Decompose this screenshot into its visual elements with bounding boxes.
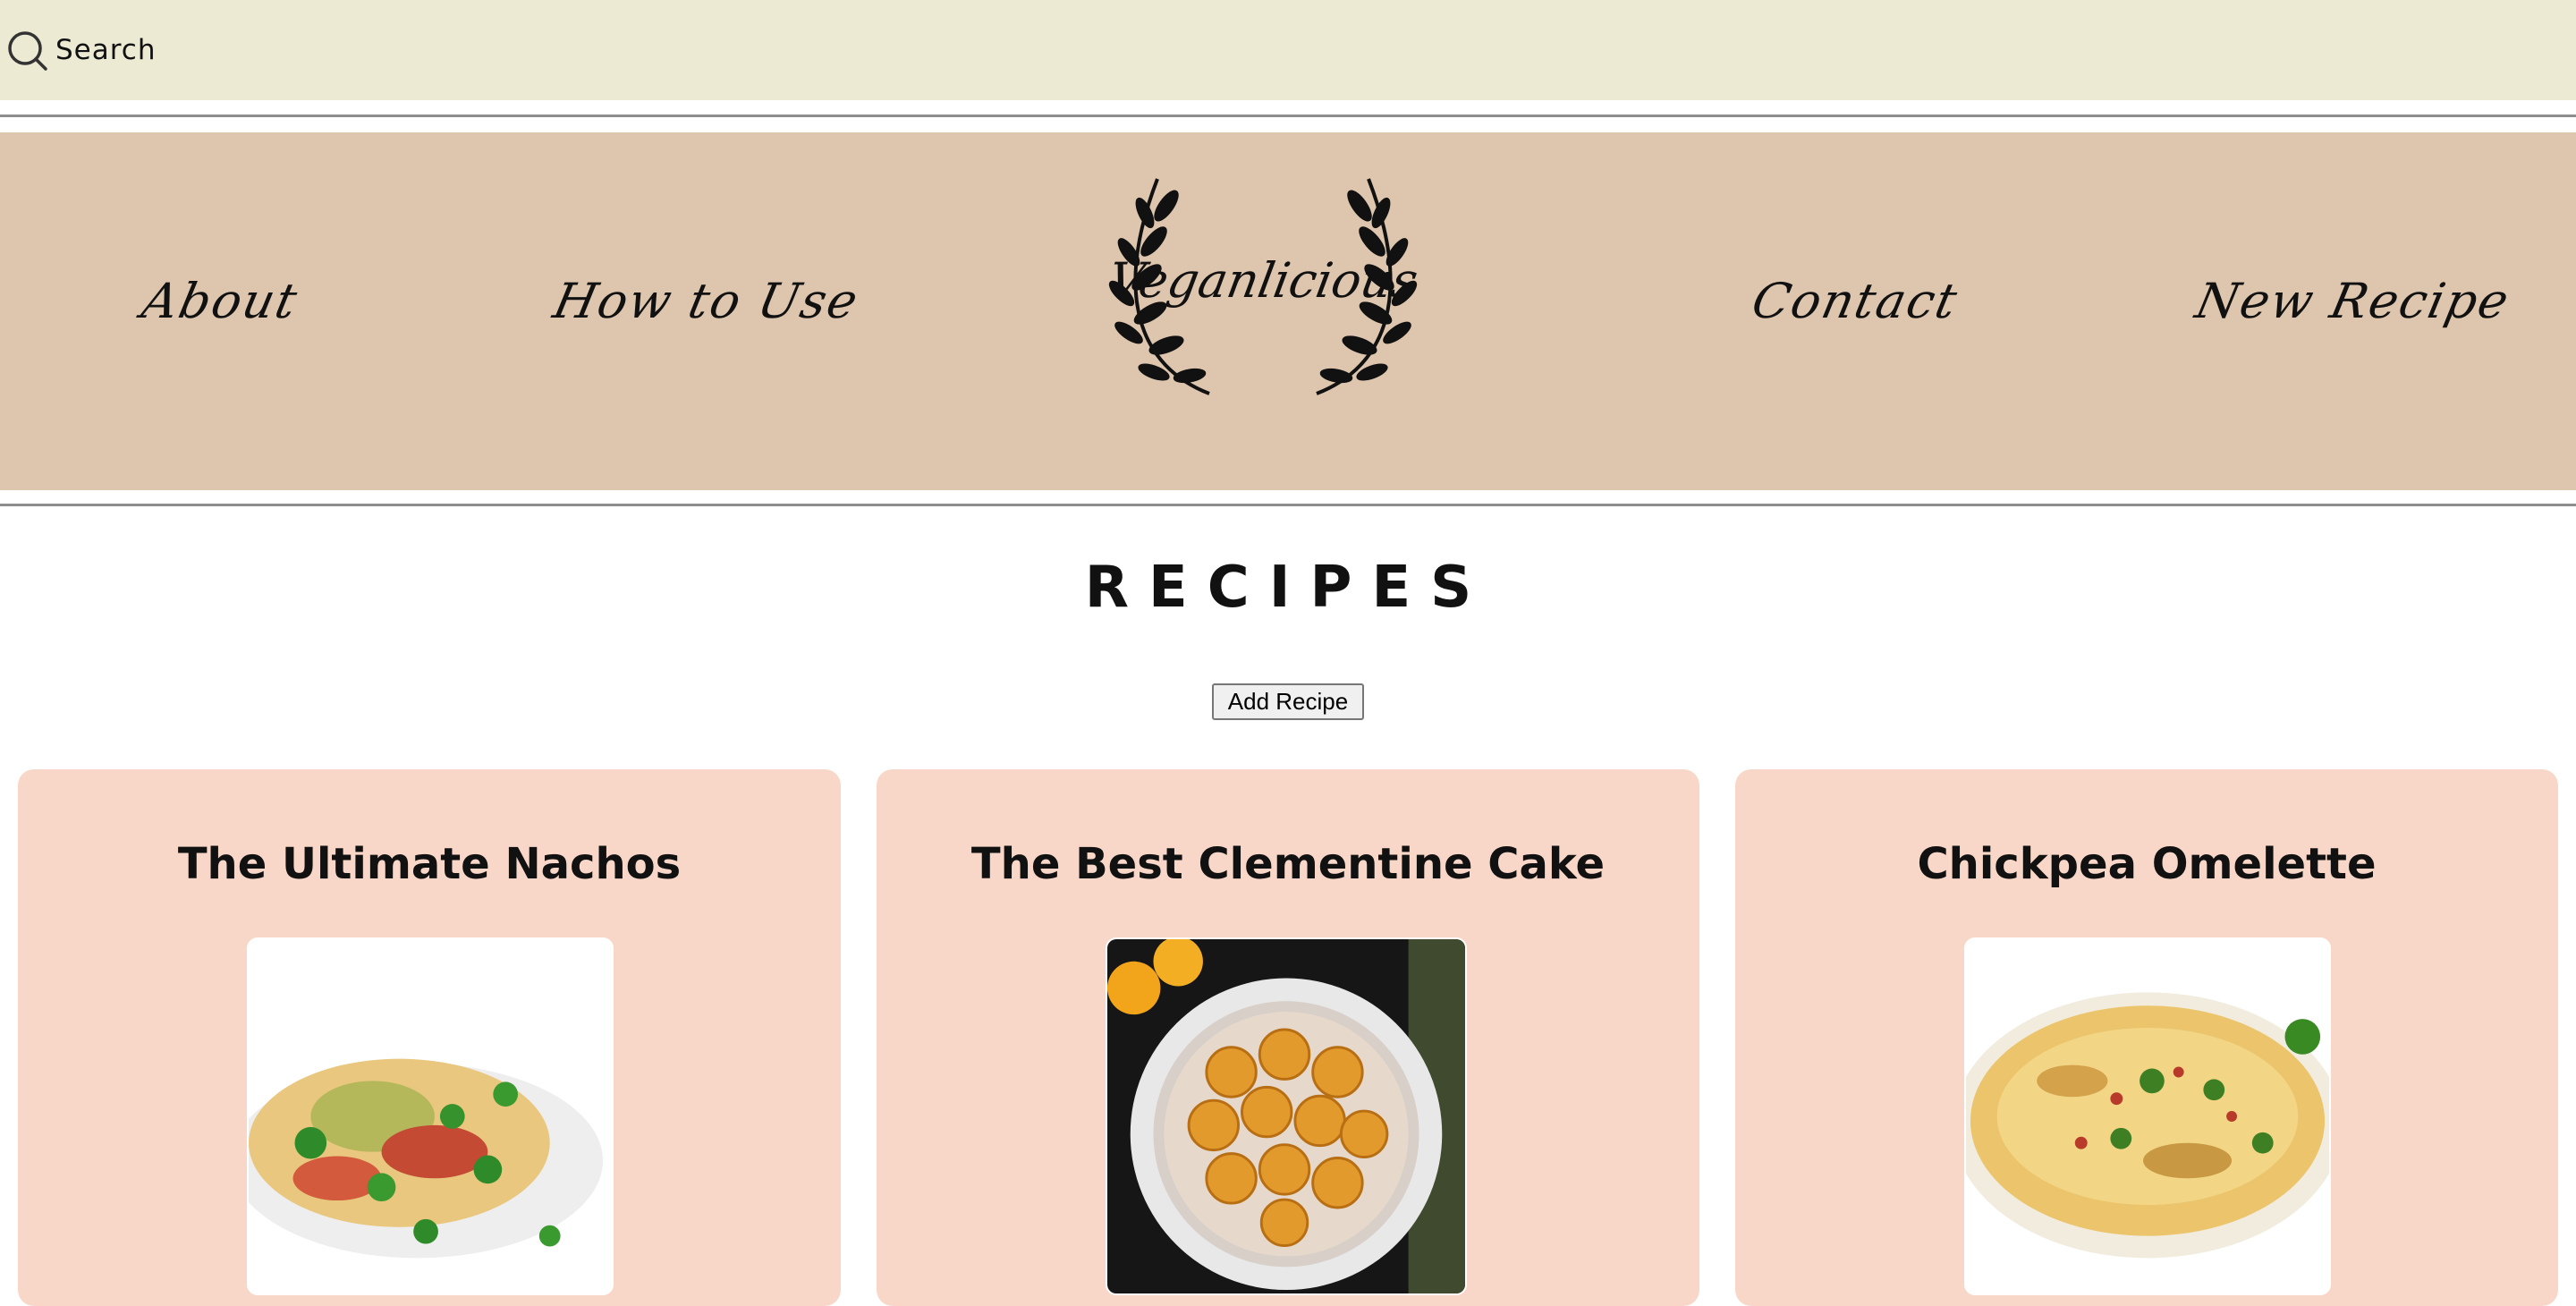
divider (0, 114, 2576, 117)
divider (0, 504, 2576, 506)
recipe-image-nachos[interactable] (247, 937, 614, 1295)
nav-about[interactable]: About (137, 273, 303, 329)
recipe-title[interactable]: The Ultimate Nachos (18, 839, 841, 889)
nav-how-to-use[interactable]: How to Use (548, 273, 864, 329)
search-bar[interactable]: Search (0, 0, 2576, 100)
recipe-title[interactable]: Chickpea Omelette (1735, 839, 2558, 889)
search-input[interactable]: Search (55, 34, 157, 66)
logo-text: Veganlicious (1104, 252, 1422, 309)
recipe-card[interactable]: The Ultimate Nachos (18, 769, 841, 1306)
search-icon[interactable] (5, 29, 48, 72)
recipe-card[interactable]: The Best Clementine Cake (877, 769, 1699, 1306)
recipe-image-chickpea-omelette[interactable] (1964, 937, 2331, 1295)
nav-contact[interactable]: Contact (1747, 273, 1963, 329)
site-logo[interactable]: Veganlicious (1104, 170, 1422, 403)
nav-new-recipe[interactable]: New Recipe (2190, 273, 2515, 329)
recipe-title[interactable]: The Best Clementine Cake (877, 839, 1699, 889)
add-recipe-button[interactable]: Add Recipe (1212, 683, 1364, 720)
page-title: RECIPES (1084, 555, 1492, 621)
recipe-card[interactable]: Chickpea Omelette (1735, 769, 2558, 1306)
recipe-image-clementine-cake[interactable] (1106, 937, 1467, 1295)
